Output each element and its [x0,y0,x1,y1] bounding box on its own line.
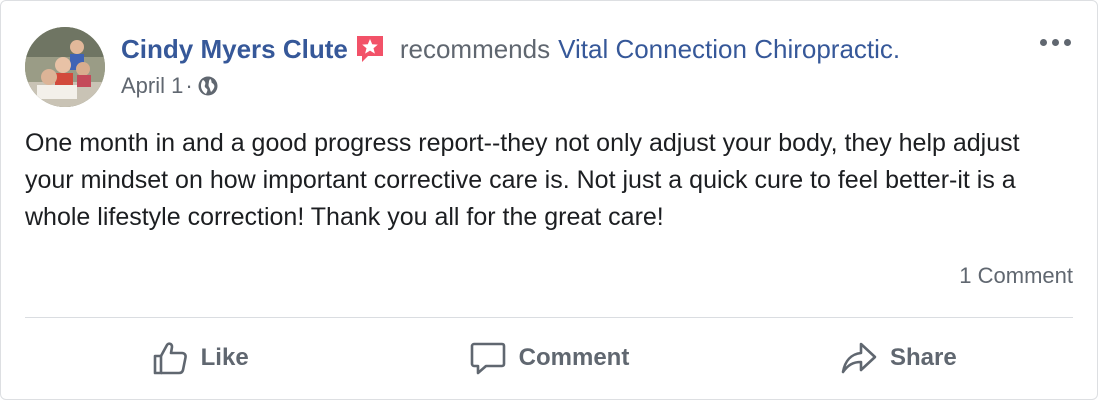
post-meta: April 1 · [121,71,219,101]
more-dot [1063,38,1071,46]
recommends-text: recommends [399,34,551,64]
globe-icon[interactable] [197,75,219,97]
comment-button[interactable]: Comment [374,325,723,391]
post-card: Cindy Myers Clute recommends Vital Conne… [0,0,1098,400]
share-label: Share [889,344,957,371]
comment-label: Comment [518,344,630,371]
avatar[interactable] [25,27,105,107]
share-arrow-icon [841,342,877,374]
more-dot [1051,38,1059,46]
comment-bubble-icon [470,342,505,375]
page-link[interactable]: Vital Connection Chiropractic. [558,31,900,67]
author-name[interactable]: Cindy Myers Clute [121,31,348,67]
more-dot [1039,38,1047,46]
comment-count-link[interactable]: 1 Comment [959,261,1073,291]
share-button[interactable]: Share [724,325,1073,391]
date-separator: · [185,73,193,98]
post-header: Cindy Myers Clute recommends Vital Conne… [121,31,900,67]
star-bubble-icon [354,33,386,65]
thumbs-up-icon [153,342,187,375]
like-label: Like [200,344,249,371]
more-options-icon[interactable] [1033,27,1077,57]
like-button[interactable]: Like [25,325,374,391]
post-date[interactable]: April 1 [121,71,183,101]
post-body: One month in and a good progress report-… [25,129,1020,231]
divider [25,317,1073,318]
action-bar: Like Comment Share [25,325,1073,391]
